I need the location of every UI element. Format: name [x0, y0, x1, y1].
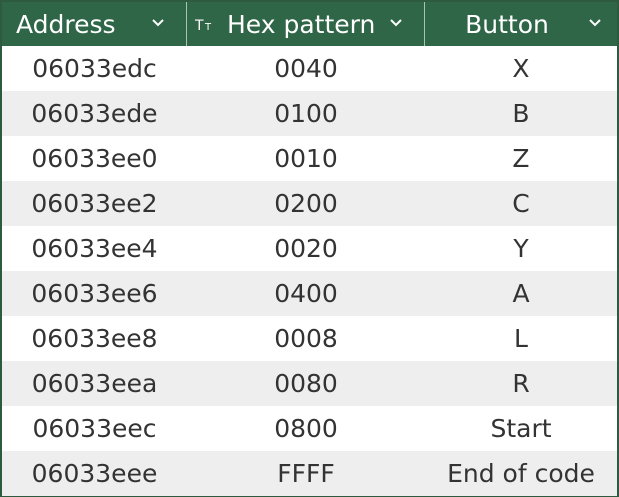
column-header-button[interactable]: Button: [425, 2, 617, 46]
table-row[interactable]: 06033ee0 0010 Z: [2, 136, 617, 181]
column-header-hex-pattern[interactable]: T T Hex pattern: [187, 2, 425, 46]
hex-pattern-cell: 0100: [274, 99, 338, 128]
address-cell: 06033eea: [31, 369, 158, 398]
address-cell: 06033ede: [31, 99, 158, 128]
button-cell: X: [512, 54, 530, 83]
chevron-down-icon[interactable]: [587, 15, 603, 31]
table-row[interactable]: 06033eec 0800 Start: [2, 406, 617, 451]
table-row[interactable]: 06033ee2 0200 C: [2, 181, 617, 226]
hex-pattern-cell: 0800: [274, 414, 338, 443]
data-table: Address T T Hex pattern Button 06033edc: [0, 0, 619, 497]
table-row[interactable]: 06033ee4 0020 Y: [2, 226, 617, 271]
table-row[interactable]: 06033eea 0080 R: [2, 361, 617, 406]
table-row[interactable]: 06033edc 0040 X: [2, 46, 617, 91]
address-cell: 06033ee0: [31, 144, 158, 173]
column-header-address[interactable]: Address: [2, 2, 187, 46]
button-cell: B: [512, 99, 530, 128]
address-cell: 06033edc: [32, 54, 157, 83]
button-cell: L: [514, 324, 528, 353]
text-type-icon: T T: [194, 18, 212, 32]
button-cell: End of code: [447, 459, 595, 488]
chevron-down-icon[interactable]: [388, 15, 404, 31]
svg-text:T: T: [204, 22, 212, 32]
hex-pattern-cell: 0008: [274, 324, 338, 353]
button-cell: Y: [513, 234, 529, 263]
table-header: Address T T Hex pattern Button: [2, 2, 617, 46]
column-header-label: Address: [16, 9, 116, 39]
table-row[interactable]: 06033ee6 0400 A: [2, 271, 617, 316]
hex-pattern-cell: FFFF: [277, 459, 335, 488]
button-cell: Start: [490, 414, 552, 443]
column-header-label: Button: [465, 9, 549, 39]
hex-pattern-cell: 0040: [274, 54, 338, 83]
table-body: 06033edc 0040 X 06033ede 0100 B 06033ee0…: [2, 46, 617, 496]
hex-pattern-cell: 0020: [274, 234, 338, 263]
button-cell: Z: [512, 144, 530, 173]
chevron-down-icon[interactable]: [150, 15, 166, 31]
button-cell: C: [512, 189, 530, 218]
address-cell: 06033eec: [32, 414, 157, 443]
hex-pattern-cell: 0010: [274, 144, 338, 173]
address-cell: 06033ee2: [31, 189, 158, 218]
svg-text:T: T: [194, 18, 204, 32]
button-cell: R: [512, 369, 530, 398]
table-row[interactable]: 06033ee8 0008 L: [2, 316, 617, 361]
address-cell: 06033eee: [31, 459, 158, 488]
address-cell: 06033ee8: [31, 324, 158, 353]
address-cell: 06033ee4: [31, 234, 158, 263]
hex-pattern-cell: 0080: [274, 369, 338, 398]
hex-pattern-cell: 0400: [274, 279, 338, 308]
hex-pattern-cell: 0200: [274, 189, 338, 218]
address-cell: 06033ee6: [31, 279, 158, 308]
table-row[interactable]: 06033eee FFFF End of code: [2, 451, 617, 496]
column-header-label: Hex pattern: [227, 9, 376, 39]
button-cell: A: [512, 279, 530, 308]
table-row[interactable]: 06033ede 0100 B: [2, 91, 617, 136]
